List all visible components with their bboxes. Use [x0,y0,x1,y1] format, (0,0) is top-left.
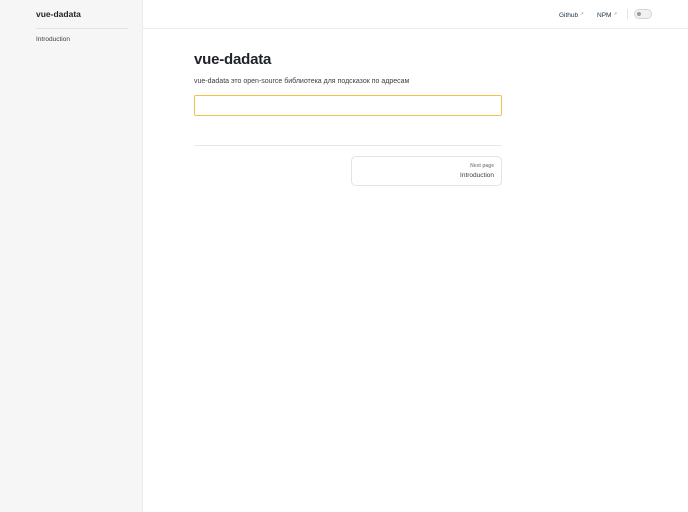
nav-link-label: NPM [597,12,612,19]
nav-link-npm[interactable]: NPM ↗ [597,9,617,21]
page-title: vue-dadata [194,51,272,68]
external-link-icon: ↗ [613,11,618,16]
next-page-link[interactable]: Next page Introduction [351,156,502,186]
nav-divider [627,9,628,19]
sidebar-divider [36,28,128,29]
sidebar: vue-dadata Introduction [0,0,143,512]
sidebar-item-introduction[interactable]: Introduction [36,35,70,45]
page-description: vue-dadata это open-source библиотека дл… [194,78,410,85]
nav-link-github[interactable]: Github ↗ [559,9,584,21]
external-link-icon: ↗ [580,11,584,16]
content-divider [194,145,502,146]
nav-link-label: Github [559,12,579,19]
address-suggestion-input[interactable] [194,95,502,116]
pager-desc: Next page [470,163,494,169]
pager-title: Introduction [460,172,494,179]
theme-toggle[interactable] [634,9,652,19]
site-logo[interactable]: vue-dadata [36,8,81,20]
sun-icon [637,12,641,16]
